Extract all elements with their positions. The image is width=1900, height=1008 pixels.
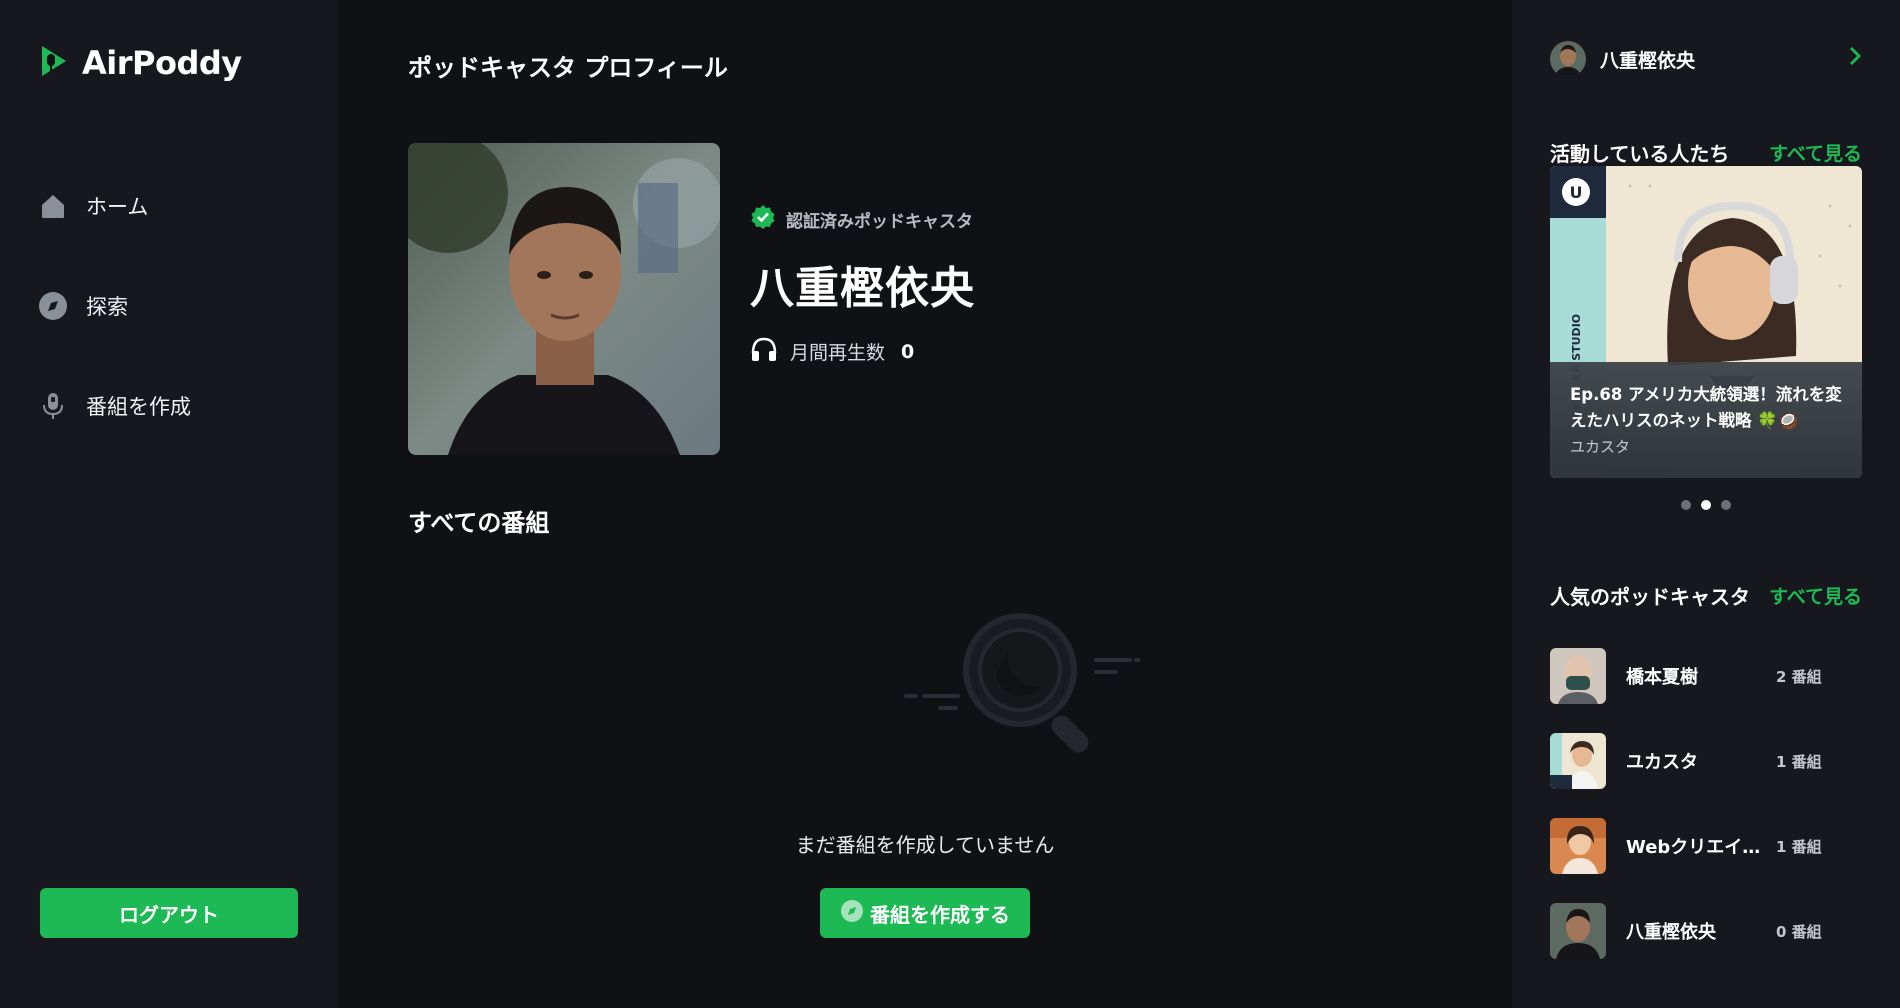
all-shows-heading: すべての番組: [408, 509, 550, 537]
carousel-dot[interactable]: [1681, 500, 1691, 510]
avatar: [1550, 903, 1606, 959]
featured-episode-author: ユカスタ: [1570, 438, 1631, 456]
popular-podcasters-list: 橋本夏樹 2 番組 ユカスタ 1 番組 Webクリエイ… 1 番組 八重樫依央 …: [1550, 648, 1862, 988]
active-people-heading: 活動している人たち: [1550, 142, 1730, 166]
carousel-dots: [1512, 500, 1900, 510]
featured-episode-card[interactable]: U BY YUKA STUDIO Ep.68 アメリカ大統領選！流れを変えたハリ…: [1550, 166, 1862, 478]
nav-item-label: 番組を作成: [86, 395, 191, 419]
active-people-header: 活動している人たち すべて見る: [1550, 138, 1862, 167]
monthly-plays: 月間再生数 0: [750, 336, 914, 367]
microphone-icon: [38, 391, 68, 421]
avatar: [1550, 648, 1606, 704]
show-count: 0 番組: [1776, 922, 1822, 941]
airpoddy-logo-icon: [38, 44, 68, 82]
show-count: 1 番組: [1776, 752, 1822, 771]
podcaster-name: 橋本夏樹: [1626, 667, 1698, 688]
avatar: [1550, 818, 1606, 874]
verified-badge-icon: [750, 204, 776, 235]
list-item[interactable]: Webクリエイ… 1 番組: [1550, 818, 1862, 874]
featured-card-overlay: Ep.68 アメリカ大統領選！流れを変えたハリスのネット戦略 🍀🥥 ユカスタ: [1550, 362, 1862, 478]
create-show-label: 番組を作成する: [870, 902, 1010, 927]
nav-item-home[interactable]: ホーム: [38, 180, 191, 232]
podcaster-name: 八重樫依央: [1626, 922, 1716, 943]
nav-item-explore[interactable]: 探索: [38, 280, 191, 332]
left-sidebar: AirPoddy ホーム 探索 番組を作成 ログアウト: [0, 0, 338, 1008]
user-menu[interactable]: 八重樫依央: [1550, 40, 1862, 78]
profile-name: 八重樫依央: [750, 263, 975, 314]
profile-photo: [408, 143, 720, 455]
headphones-icon: [750, 336, 778, 367]
main-content: ポッドキャスタ プロフィール 認証済みポッドキャスタ 八重樫依央 月間再生数 0…: [338, 0, 1512, 1008]
brand[interactable]: AirPoddy: [38, 44, 242, 82]
page-title: ポッドキャスタ プロフィール: [408, 54, 728, 82]
logout-button[interactable]: ログアウト: [40, 888, 298, 938]
create-show-button[interactable]: 番組を作成する: [820, 888, 1030, 938]
show-count: 1 番組: [1776, 837, 1822, 856]
home-icon: [38, 191, 68, 221]
chevron-right-icon: [1848, 46, 1862, 72]
popular-podcasters-heading: 人気のポッドキャスタ: [1550, 585, 1750, 609]
main-nav: ホーム 探索 番組を作成: [38, 180, 191, 480]
popular-podcasters-header: 人気のポッドキャスタ すべて見る: [1550, 581, 1862, 610]
nav-item-label: 探索: [86, 295, 128, 319]
nav-item-label: ホーム: [86, 195, 149, 219]
avatar: [1550, 733, 1606, 789]
brand-name: AirPoddy: [82, 44, 242, 82]
verified-label: 認証済みポッドキャスタ: [786, 212, 973, 232]
empty-state-message: まだ番組を作成していません: [795, 833, 1055, 857]
plays-label: 月間再生数: [790, 342, 886, 364]
plays-count: 0: [901, 340, 915, 363]
compass-icon: [840, 899, 864, 928]
svg-text:U: U: [1570, 183, 1583, 202]
nav-item-create[interactable]: 番組を作成: [38, 380, 191, 432]
carousel-dot-active[interactable]: [1701, 500, 1711, 510]
see-all-active-link[interactable]: すべて見る: [1769, 139, 1862, 166]
verified-badge-row: 認証済みポッドキャスタ: [750, 204, 973, 235]
featured-episode-title: Ep.68 アメリカ大統領選！流れを変えたハリスのネット戦略 🍀🥥: [1570, 385, 1842, 430]
list-item[interactable]: ユカスタ 1 番組: [1550, 733, 1862, 789]
carousel-dot[interactable]: [1721, 500, 1731, 510]
see-all-popular-link[interactable]: すべて見る: [1769, 582, 1862, 609]
avatar: [1550, 41, 1586, 77]
show-count: 2 番組: [1776, 667, 1822, 686]
user-name: 八重樫依央: [1600, 49, 1696, 72]
podcaster-name: Webクリエイ…: [1626, 837, 1761, 858]
right-panel: 八重樫依央 活動している人たち すべて見る U BY YUKA STUDIO: [1512, 0, 1900, 1008]
list-item[interactable]: 橋本夏樹 2 番組: [1550, 648, 1862, 704]
list-item[interactable]: 八重樫依央 0 番組: [1550, 903, 1862, 959]
compass-icon: [38, 291, 68, 321]
podcaster-name: ユカスタ: [1626, 752, 1698, 773]
